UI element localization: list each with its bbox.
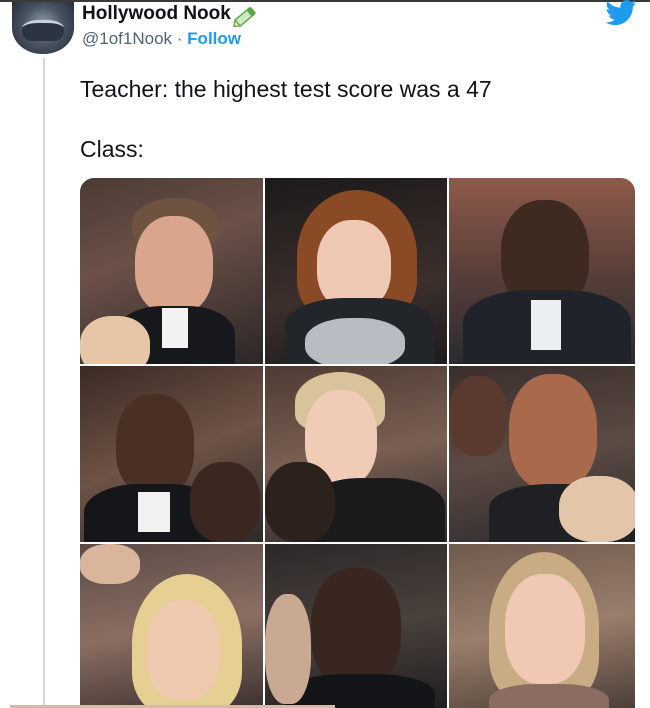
- photo-cell-3[interactable]: [449, 178, 635, 364]
- photo-cell-7[interactable]: [80, 544, 263, 708]
- photo-grid[interactable]: [80, 178, 635, 708]
- photo-cell-2[interactable]: [265, 178, 447, 364]
- photo-cell-5[interactable]: [265, 366, 447, 542]
- tweet-text-line-1: Teacher: the highest test score was a 47: [80, 76, 492, 102]
- separator: ·: [176, 29, 183, 48]
- green-pencil-badge-icon: [233, 7, 256, 27]
- photo-cell-6[interactable]: [449, 366, 635, 542]
- handle[interactable]: @1of1Nook: [82, 29, 172, 48]
- twitter-bird-icon[interactable]: [604, 0, 638, 26]
- photo-cell-8[interactable]: [265, 544, 447, 708]
- follow-button[interactable]: Follow: [187, 29, 241, 48]
- tweet-text: Teacher: the highest test score was a 47…: [80, 74, 620, 164]
- photo-cell-1[interactable]: [80, 178, 263, 364]
- photo-cell-4[interactable]: [80, 366, 263, 542]
- display-name[interactable]: Hollywood Nook: [82, 2, 231, 26]
- thread-line: [43, 58, 45, 708]
- tweet-text-line-2: Class:: [80, 136, 144, 162]
- avatar[interactable]: [12, 2, 74, 54]
- handle-row: @1of1Nook · Follow: [82, 28, 241, 50]
- photo-cell-9[interactable]: [449, 544, 635, 708]
